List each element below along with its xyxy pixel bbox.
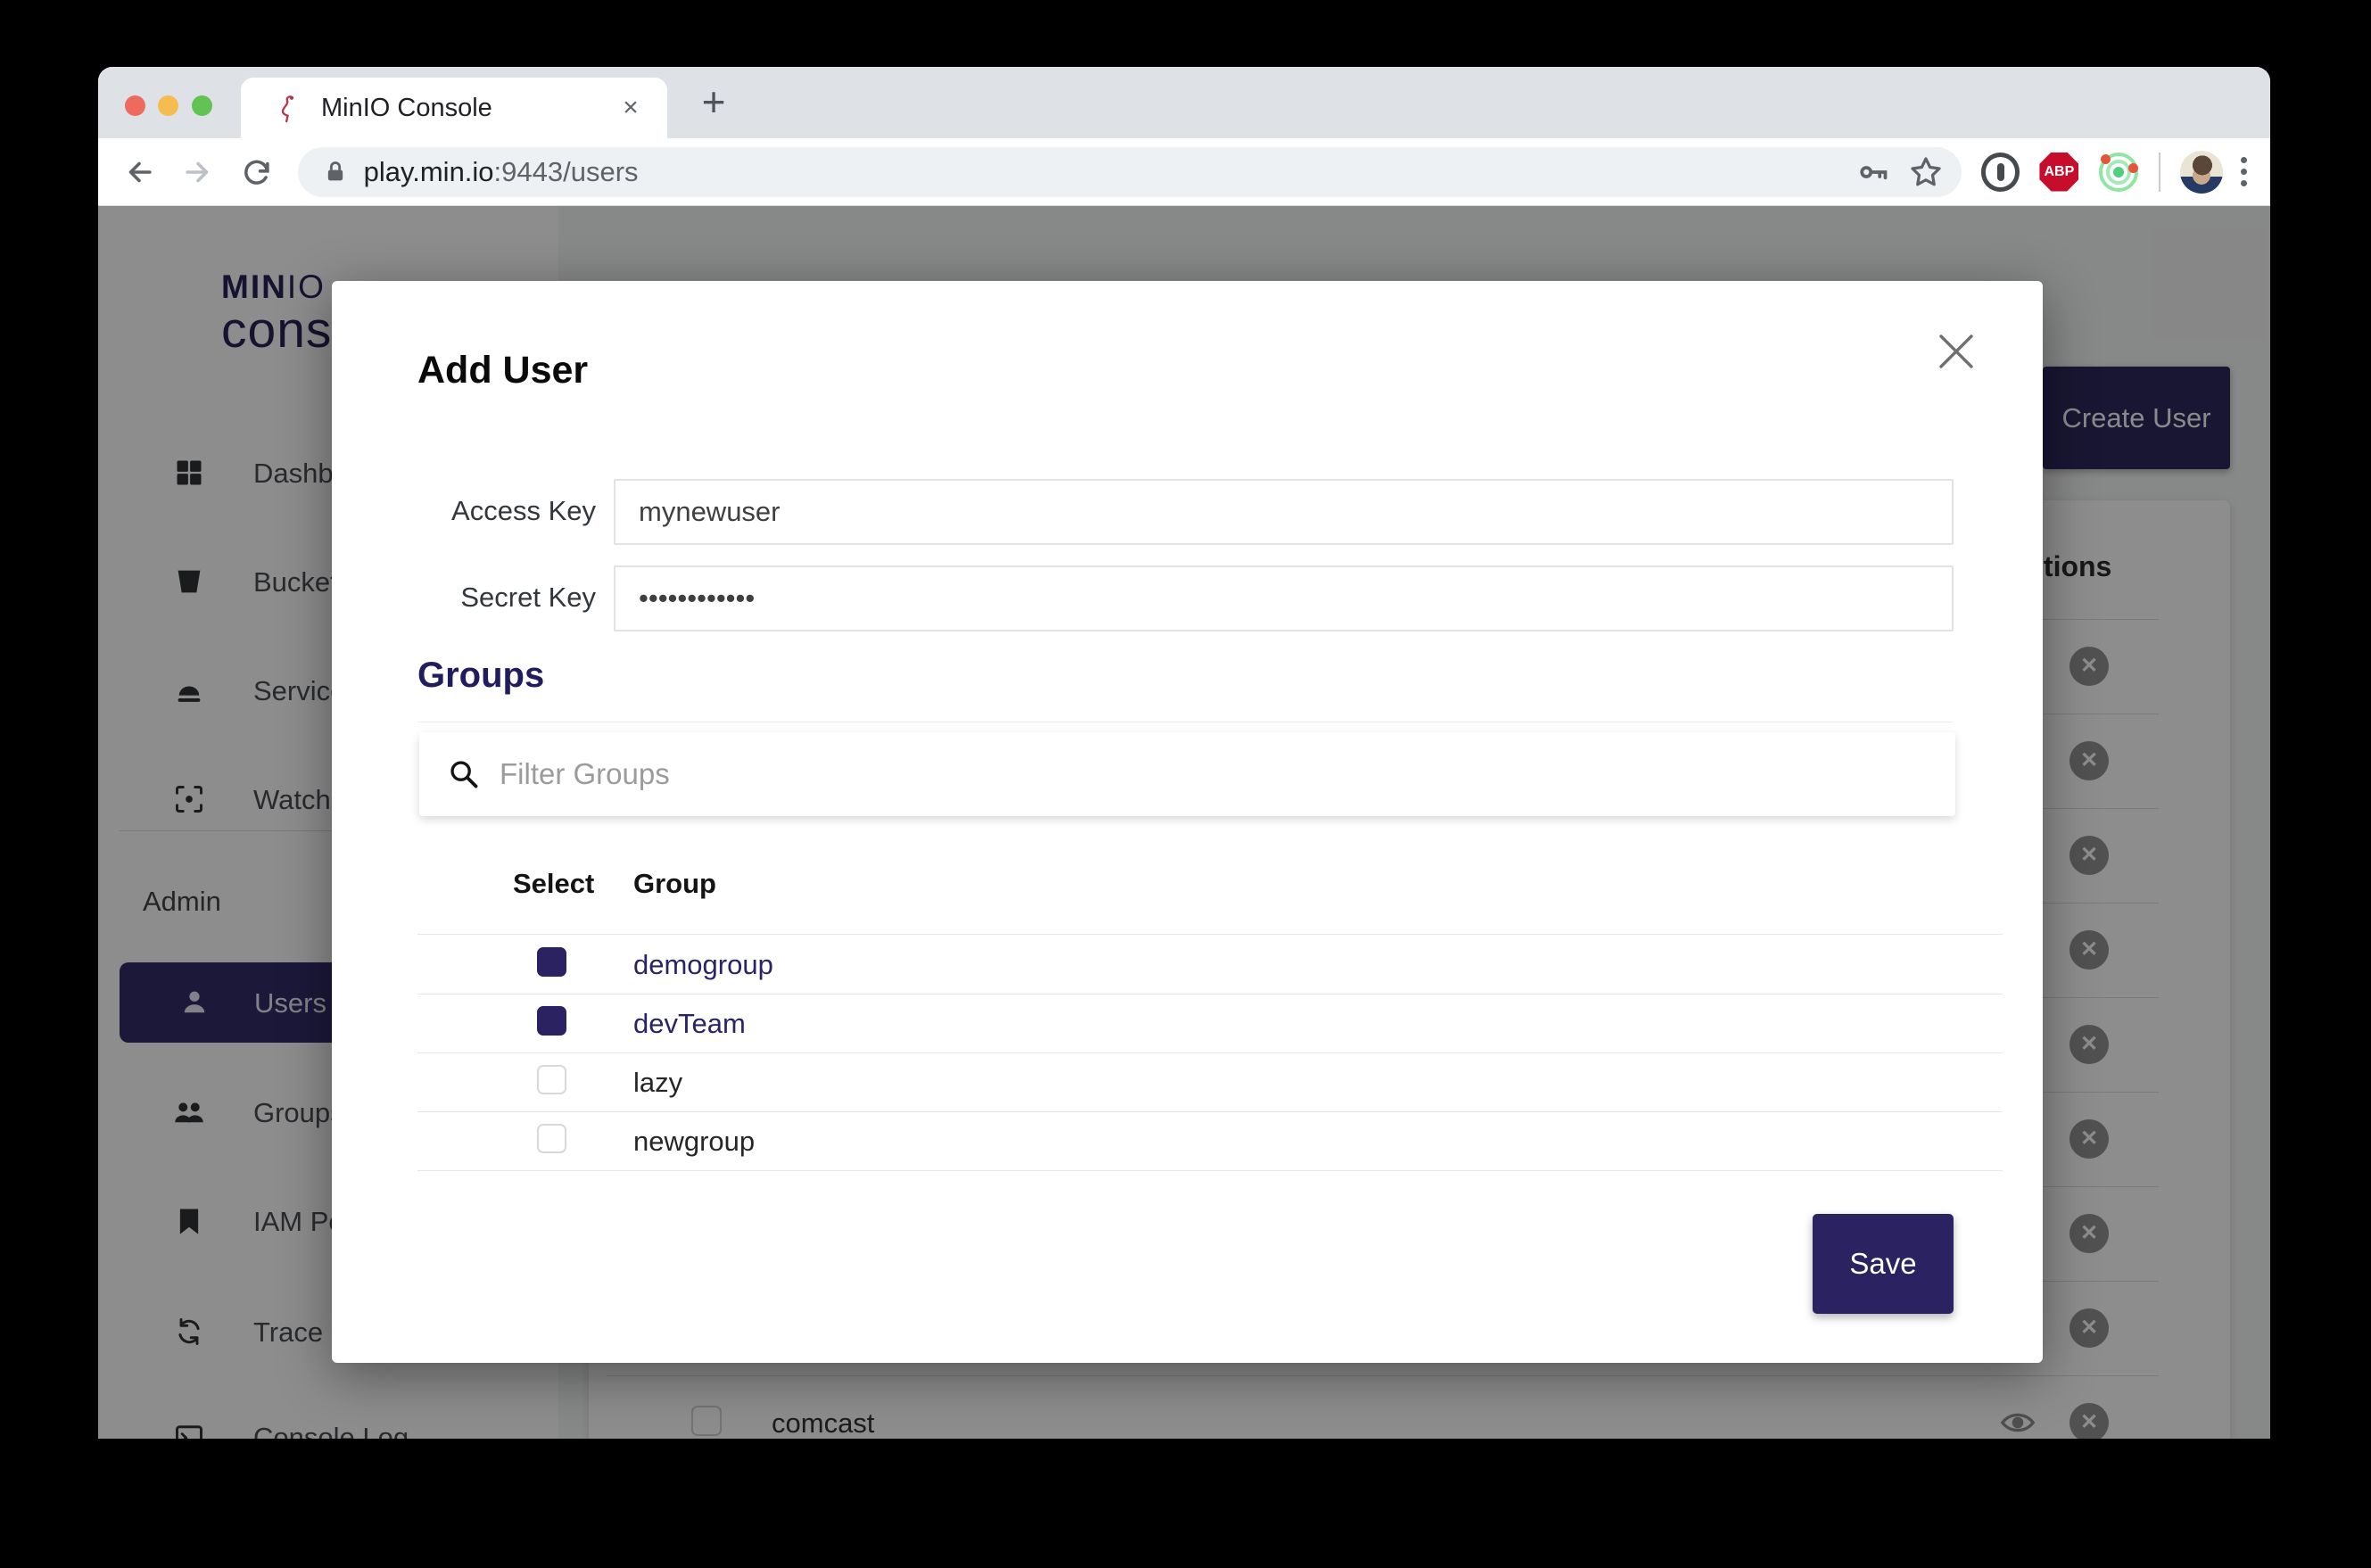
secret-key-field[interactable] — [614, 565, 1954, 631]
page-viewport: MINIO console Dashboard Buckets — [98, 206, 2270, 1439]
filter-groups-input[interactable] — [500, 757, 1955, 791]
url-path: :9443/users — [494, 156, 639, 187]
reload-icon[interactable] — [239, 154, 275, 190]
browser-window: MinIO Console × + play.min.io:9443/user — [98, 67, 2270, 1439]
tab-strip: MinIO Console × + — [98, 67, 2270, 138]
search-icon — [448, 758, 480, 790]
groups-heading: Groups — [417, 656, 544, 696]
window-minimize-button[interactable] — [158, 95, 178, 116]
modal-title: Add User — [417, 349, 588, 392]
access-key-field[interactable] — [614, 479, 1954, 545]
screenshot-canvas: MinIO Console × + play.min.io:9443/user — [0, 0, 2371, 1568]
add-user-modal: Add User Access Key Secret Key Groups Se… — [332, 281, 2043, 1363]
adblock-extension-icon[interactable]: ABP — [2039, 153, 2078, 192]
group-name-link[interactable]: devTeam — [633, 1008, 746, 1040]
group-checkbox[interactable] — [537, 947, 566, 977]
group-checkbox[interactable] — [537, 1006, 566, 1036]
url-domain: play.min.io — [364, 156, 494, 187]
access-key-label: Access Key — [332, 495, 596, 527]
browser-menu-icon[interactable] — [2241, 157, 2247, 186]
bookmark-star-icon[interactable] — [1908, 154, 1944, 190]
modal-close-icon[interactable] — [1934, 329, 1979, 374]
profile-avatar[interactable] — [2180, 151, 2223, 194]
orange-dot — [2128, 163, 2138, 173]
group-row-divider — [417, 1170, 2003, 1171]
password-key-icon[interactable] — [1856, 154, 1892, 190]
ring-core — [2113, 167, 2124, 177]
group-name-link[interactable]: newgroup — [633, 1126, 755, 1158]
orange-dot — [2101, 154, 2111, 164]
browser-tab[interactable]: MinIO Console × — [241, 78, 667, 138]
url-bar[interactable]: play.min.io:9443/users — [298, 147, 1962, 197]
url-text: play.min.io:9443/users — [364, 156, 639, 188]
secret-key-label: Secret Key — [332, 582, 596, 614]
lock-icon — [323, 159, 348, 186]
back-icon[interactable] — [121, 154, 157, 190]
toolbar-divider — [2159, 153, 2160, 192]
group-name-link[interactable]: demogroup — [633, 949, 773, 981]
tab-title: MinIO Console — [321, 94, 492, 123]
forward-icon[interactable] — [180, 154, 216, 190]
window-close-button[interactable] — [125, 95, 145, 116]
select-column-header: Select — [513, 868, 594, 900]
window-zoom-button[interactable] — [192, 95, 212, 116]
group-column-header: Group — [633, 868, 716, 900]
filter-groups-box — [419, 732, 1955, 816]
group-checkbox[interactable] — [537, 1124, 566, 1153]
group-row-divider — [417, 934, 2003, 935]
group-row-divider — [417, 1111, 2003, 1112]
tab-close-icon[interactable]: × — [615, 93, 646, 123]
group-checkbox[interactable] — [537, 1065, 566, 1094]
new-tab-button[interactable]: + — [692, 81, 735, 124]
group-name-link[interactable]: lazy — [633, 1067, 682, 1099]
password-manager-extension-icon[interactable] — [1981, 153, 2020, 192]
green-extension-icon[interactable] — [2098, 152, 2139, 193]
group-row-divider — [417, 1052, 2003, 1053]
flamingo-favicon-icon — [273, 93, 303, 123]
save-button[interactable]: Save — [1813, 1214, 1954, 1314]
browser-toolbar: play.min.io:9443/users ABP — [98, 138, 2270, 206]
